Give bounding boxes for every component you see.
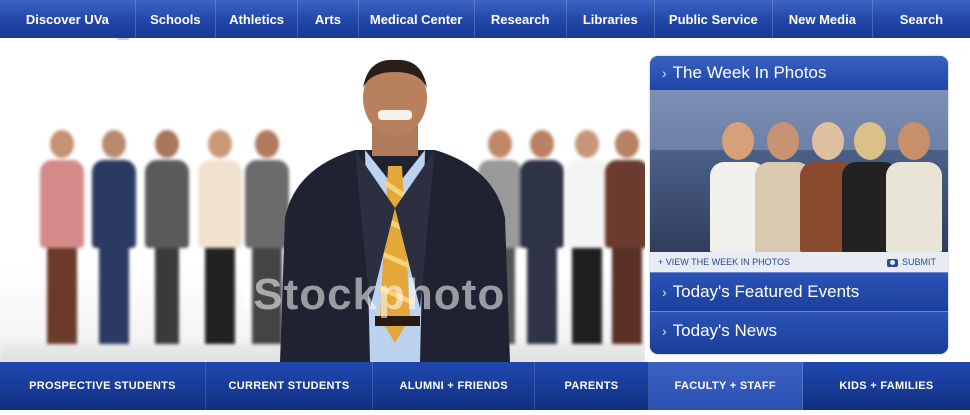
nav-arts[interactable]: Arts xyxy=(298,0,359,38)
nav-schools[interactable]: Schools xyxy=(136,0,216,38)
nav-parents[interactable]: PARENTS xyxy=(535,362,649,410)
background-person xyxy=(92,130,136,344)
view-week-in-photos-link[interactable]: + VIEW THE WEEK IN PHOTOS xyxy=(658,257,790,267)
featured-events-label: Today's Featured Events xyxy=(672,282,860,301)
nav-faculty-staff[interactable]: FACULTY + STAFF xyxy=(648,362,803,410)
todays-news-label: Today's News xyxy=(672,321,778,340)
submit-photo-link[interactable]: SUBMIT xyxy=(886,257,936,267)
week-photo-actions: + VIEW THE WEEK IN PHOTOS SUBMIT xyxy=(650,252,948,272)
todays-news-link[interactable]: › Today's News xyxy=(650,311,948,350)
background-person xyxy=(605,130,645,344)
background-person xyxy=(145,130,189,344)
week-in-photos-header[interactable]: › The Week In Photos xyxy=(650,56,948,90)
nav-prospective-students[interactable]: PROSPECTIVE STUDENTS xyxy=(0,362,206,410)
istock-watermark: iStockphoto xyxy=(240,270,506,319)
week-in-photos-title: The Week In Photos xyxy=(672,63,827,82)
photo-person xyxy=(886,122,942,252)
nav-new-media[interactable]: New Media xyxy=(773,0,873,38)
camera-icon xyxy=(886,258,898,267)
nav-current-students[interactable]: CURRENT STUDENTS xyxy=(206,362,374,410)
chevron-right-icon: › xyxy=(662,65,667,81)
todays-featured-events-link[interactable]: › Today's Featured Events xyxy=(650,272,948,311)
week-photo[interactable] xyxy=(650,90,948,252)
nav-athletics[interactable]: Athletics xyxy=(216,0,299,38)
chevron-right-icon: › xyxy=(662,323,667,339)
background-person xyxy=(40,130,84,344)
audience-navigation: PROSPECTIVE STUDENTS CURRENT STUDENTS AL… xyxy=(0,362,970,410)
background-person xyxy=(198,130,242,344)
nav-libraries[interactable]: Libraries xyxy=(567,0,655,38)
hero-image[interactable]: iStockphoto xyxy=(0,40,645,362)
nav-medical-center[interactable]: Medical Center xyxy=(359,0,475,38)
submit-label: SUBMIT xyxy=(901,257,936,267)
nav-kids-families[interactable]: KIDS + FAMILIES xyxy=(803,362,970,410)
nav-public-service[interactable]: Public Service xyxy=(655,0,773,38)
nav-discover-uva[interactable]: Discover UVa xyxy=(0,0,136,38)
nav-alumni-friends[interactable]: ALUMNI + FRIENDS xyxy=(373,362,536,410)
week-in-photos-panel: › The Week In Photos + VIEW THE WEEK IN … xyxy=(650,56,948,354)
nav-research[interactable]: Research xyxy=(475,0,567,38)
chevron-right-icon: › xyxy=(662,284,667,300)
nav-search[interactable]: Search xyxy=(873,0,970,38)
background-person xyxy=(565,130,609,344)
top-navigation: Discover UVa Schools Athletics Arts Medi… xyxy=(0,0,970,38)
